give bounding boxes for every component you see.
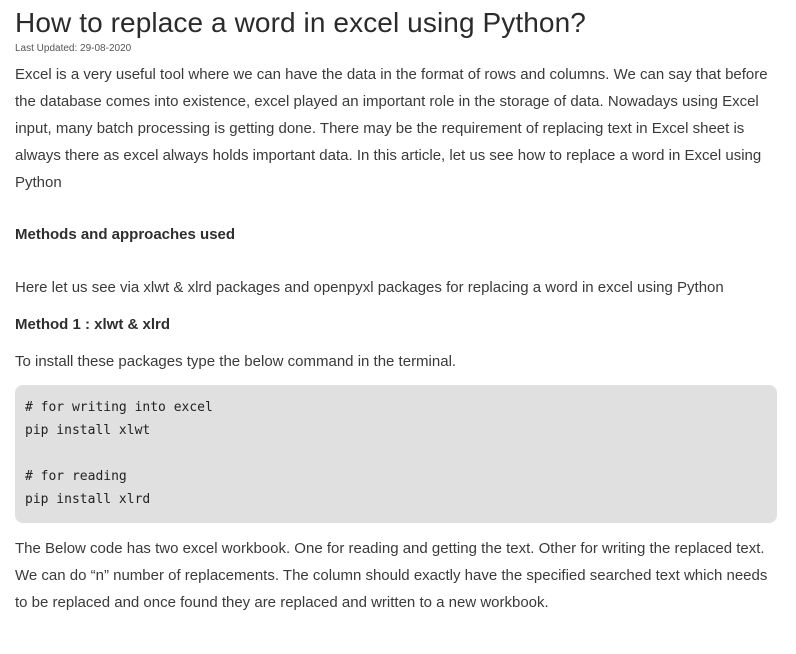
code-line: # for reading xyxy=(25,469,127,484)
last-updated-date: Last Updated: 29-08-2020 xyxy=(15,43,132,54)
code-block[interactable]: # for writing into excel pip install xlw… xyxy=(15,385,777,523)
code-line: pip install xlwt xyxy=(25,423,151,438)
code-line: pip install xlrd xyxy=(25,492,151,507)
install-note: To install these packages type the below… xyxy=(15,353,457,370)
method-1-heading: Method 1 : xlwt & xlrd xyxy=(15,316,171,333)
outro-paragraph: The Below code has two excel workbook. O… xyxy=(15,540,768,611)
code-line: # for writing into excel xyxy=(25,400,213,415)
methods-heading: Methods and approaches used xyxy=(15,226,236,243)
page-title: How to replace a word in excel using Pyt… xyxy=(15,7,586,38)
approach-paragraph: Here let us see via xlwt & xlrd packages… xyxy=(15,279,724,296)
article: How to replace a word in excel using Pyt… xyxy=(15,0,780,616)
intro-paragraph: Excel is a very useful tool where we can… xyxy=(15,66,768,191)
